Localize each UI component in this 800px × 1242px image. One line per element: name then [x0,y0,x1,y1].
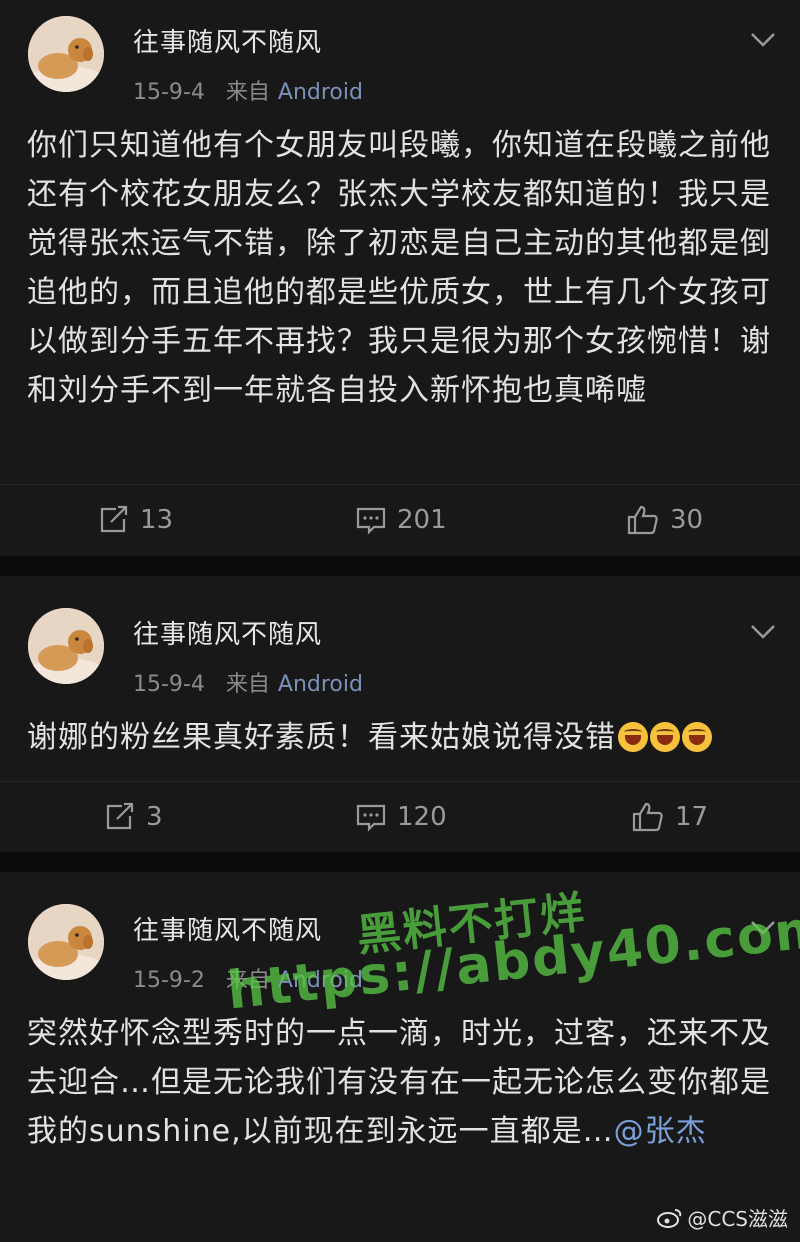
comment-count: 120 [397,802,447,832]
comment-count: 201 [397,505,447,535]
comment-icon [356,804,386,832]
divider [0,484,800,485]
post-meta: 15-9-4 来自 Android [133,666,363,698]
chevron-down-icon[interactable] [748,24,778,54]
repost-icon [100,505,128,533]
post-separator [0,852,800,872]
thumbs-up-icon [632,802,663,832]
divider [0,781,800,782]
laughing-emoji-icon [682,722,712,752]
source-prefix: 来自 [225,672,270,697]
post-card: 往事随风不随风 15-9-4 来自 Android 你们只知道他有个女朋友叫段曦，… [0,0,800,556]
post-date: 15-9-4 [133,672,205,697]
avatar[interactable] [28,904,104,980]
post-date: 15-9-2 [133,968,205,993]
chevron-down-icon[interactable] [748,616,778,646]
avatar[interactable] [28,608,104,684]
repost-count: 3 [146,802,163,832]
source-prefix: 来自 [225,80,270,105]
username[interactable]: 往事随风不随风 [133,910,322,947]
post-meta: 15-9-4 来自 Android [133,74,363,106]
source-link[interactable]: Android [278,672,363,697]
username[interactable]: 往事随风不随风 [133,22,322,59]
like-button[interactable]: 30 [626,490,703,550]
repost-button[interactable]: 13 [98,490,173,550]
post-content: 突然好怀念型秀时的一点一滴，时光，过客，还来不及去迎合…但是无论我们有没有在一起… [27,1009,778,1156]
thumbs-up-icon [627,505,658,535]
action-bar: 13 201 30 [0,490,800,550]
like-button[interactable]: 17 [631,787,708,847]
credit-text: @CCS滋滋 [687,1207,788,1231]
post-content: 谢娜的粉丝果真好素质！看来姑娘说得没错 [27,713,778,762]
repost-button[interactable]: 3 [104,787,163,847]
comment-icon [356,507,386,535]
post-content: 你们只知道他有个女朋友叫段曦，你知道在段曦之前他还有个校花女朋友么？张杰大学校友… [27,128,771,408]
source-credit: @CCS滋滋 [657,1203,788,1232]
like-count: 30 [670,505,704,535]
post-separator [0,556,800,576]
repost-count: 13 [140,505,174,535]
action-bar: 3 120 17 [0,787,800,847]
username[interactable]: 往事随风不随风 [133,614,322,651]
post-text: 谢娜的粉丝果真好素质！看来姑娘说得没错 [27,720,616,755]
post-card: 往事随风不随风 15-9-4 来自 Android 谢娜的粉丝果真好素质！看来姑娘… [0,576,800,852]
post-date: 15-9-4 [133,80,205,105]
comment-button[interactable]: 120 [355,787,447,847]
comment-button[interactable]: 201 [355,490,447,550]
repost-icon [106,802,134,830]
avatar[interactable] [28,16,104,92]
source-link[interactable]: Android [278,80,363,105]
like-count: 17 [675,802,709,832]
laughing-emoji-icon [650,722,680,752]
user-mention-link[interactable]: @张杰 [614,1114,707,1149]
laughing-emoji-icon [618,722,648,752]
weibo-logo-icon [657,1208,682,1228]
